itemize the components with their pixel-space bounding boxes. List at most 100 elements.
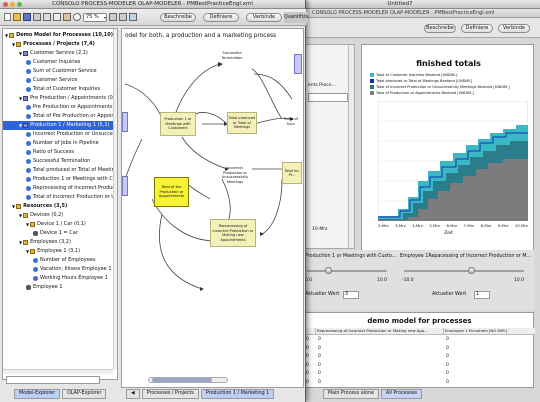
scroll-thumb[interactable]: [152, 378, 212, 382]
tree-item[interactable]: Incorrect Production or Unsuccessfu: [3, 130, 117, 139]
back-describe-button[interactable]: Beschreibe: [424, 24, 456, 33]
node-total-produced[interactable]: Total produced or Total of Meetings: [227, 112, 257, 134]
info-icon[interactable]: [129, 13, 137, 21]
tree-item[interactable]: Vacation, Illness Employee 1: [3, 265, 117, 274]
slider-2-knob[interactable]: [468, 267, 475, 274]
tree-item[interactable]: Total of Incorrect Production or U: [3, 193, 117, 202]
disclosure-triangle-icon[interactable]: ▼: [26, 220, 29, 229]
slider-2-value-field[interactable]: 1: [474, 291, 490, 299]
node-left-stub-bottom[interactable]: [122, 176, 128, 196]
node-left-stub-top[interactable]: [122, 112, 128, 132]
tree-scrollbar-v[interactable]: [113, 29, 117, 369]
minimize-icon[interactable]: [10, 2, 15, 7]
folder-icon: [23, 240, 29, 245]
define-button[interactable]: Definiere: [203, 13, 239, 22]
tree-item[interactable]: ▼ Demo Model for Processes (10,10): [3, 31, 117, 40]
tree-item[interactable]: ▼ Resources (3,5): [3, 202, 117, 211]
zoom-select[interactable]: 75 % ▾: [83, 13, 107, 22]
tab-olap-explorer[interactable]: OLAP-Explorer: [62, 389, 107, 399]
node-incorrect-production[interactable]: Incorrect Production or Unsuccessfully M…: [217, 166, 253, 184]
disclosure-triangle-icon[interactable]: ▼: [12, 202, 15, 211]
quantify-button[interactable]: Quantifiziere: [284, 12, 308, 23]
back-connect-button[interactable]: Verbinde: [498, 24, 530, 33]
new-doc-icon[interactable]: [4, 13, 11, 21]
slider-1-value-field[interactable]: 3: [343, 291, 359, 299]
tree-item[interactable]: Production 1 or Meetings with Cus: [3, 175, 117, 184]
copy-icon[interactable]: [53, 13, 61, 21]
tree-item[interactable]: Successful Termination: [3, 157, 117, 166]
tree-item[interactable]: ▼ Employee 1 (3,1): [3, 247, 117, 256]
folder-icon: [16, 204, 22, 209]
tree-item[interactable]: Reprocessing of Incorrect Product: [3, 184, 117, 193]
tree-item[interactable]: Device 1 = Car: [3, 229, 117, 238]
tree-item[interactable]: ▼ Employees (3,2): [3, 238, 117, 247]
node-total-production[interactable]: Total of the Production or Appointments: [154, 177, 189, 207]
tree-item[interactable]: Ratio of Success: [3, 148, 117, 157]
tree-item-label: Demo Model for Processes (10,10): [16, 32, 114, 38]
zoom-tool-icon[interactable]: [73, 13, 81, 21]
tree-item[interactable]: Customer Service: [3, 76, 117, 85]
tree-item[interactable]: Number of Jobs in Pipeline: [3, 139, 117, 148]
node-side-total[interactable]: Total Inc Pr...: [282, 162, 302, 184]
save-icon[interactable]: [23, 13, 31, 21]
describe-button[interactable]: Beschreibe: [160, 13, 196, 22]
tree-item[interactable]: ▼ Pre Production / Appointments (0,1): [3, 94, 117, 103]
tree-scrollbar-h[interactable]: [3, 369, 113, 374]
canvas-scrollbar-h[interactable]: [148, 377, 228, 383]
tree-item[interactable]: Customer Inquiries: [3, 58, 117, 67]
node-production-meetings[interactable]: Production 1 or Meetings with Customers: [160, 112, 196, 136]
disclosure-triangle-icon[interactable]: ▼: [19, 238, 22, 247]
tree-item[interactable]: Working Hours Employee 1: [3, 274, 117, 283]
disclosure-triangle-icon[interactable]: ▼: [26, 247, 29, 256]
tree-item[interactable]: Pre Production or Appointments: [3, 103, 117, 112]
slider-1-knob[interactable]: [325, 267, 332, 274]
table-cell: 0: [446, 345, 449, 351]
tab-main-process-alone[interactable]: Main Process alone: [323, 389, 379, 399]
node-successful-termination[interactable]: Successful Termination: [212, 51, 252, 60]
nav-back-icon[interactable]: ◀: [126, 389, 140, 399]
arrange-icon[interactable]: [109, 13, 117, 21]
slider-1-value-label: Aktueller Wert: [305, 292, 340, 297]
open-folder-icon[interactable]: [13, 13, 21, 21]
tree-item[interactable]: ▼ Device 1 / Car (0,1): [3, 220, 117, 229]
tree-item[interactable]: Sum of Customer Service: [3, 67, 117, 76]
disclosure-triangle-icon[interactable]: ▼: [12, 40, 15, 49]
tree-item[interactable]: ▼ Production 1 / Marketing 1 (5,1): [3, 121, 117, 130]
tab-production-marketing[interactable]: Production 1 / Marketing 1: [200, 389, 275, 399]
disclosure-triangle-icon[interactable]: ▼: [19, 211, 22, 220]
disclosure-triangle-icon[interactable]: ▼: [19, 94, 22, 103]
tree-item[interactable]: Total produced or Total of Meeting: [3, 166, 117, 175]
disclosure-triangle-icon[interactable]: ▼: [19, 121, 22, 130]
disclosure-triangle-icon[interactable]: ▼: [19, 49, 22, 58]
close-icon[interactable]: [3, 2, 8, 7]
cut-icon[interactable]: [43, 13, 51, 21]
connect-button[interactable]: Verbinde: [246, 13, 282, 22]
tree-item[interactable]: ▼ Processes / Projects (7,4): [3, 40, 117, 49]
process-canvas[interactable]: odel for both, a production and a market…: [121, 28, 304, 388]
tree-item[interactable]: Total of Customer Inquiries: [3, 85, 117, 94]
disclosure-triangle-icon[interactable]: ▼: [5, 31, 8, 40]
layout-icon[interactable]: [119, 13, 127, 21]
slider-1-track[interactable]: [307, 270, 387, 272]
slider-2-track[interactable]: [404, 270, 524, 272]
node-right-stub[interactable]: [294, 54, 302, 74]
back-define-button[interactable]: Definiere: [461, 24, 493, 33]
tab-all-processes[interactable]: All Processes: [380, 389, 423, 399]
tree-item[interactable]: ▼ Devices (0,2): [3, 211, 117, 220]
print-icon[interactable]: [33, 13, 41, 21]
tree-search-field[interactable]: [6, 376, 100, 384]
tree-item[interactable]: Employee 1: [3, 283, 117, 292]
table-body: 000 000 000 000 000 000: [304, 336, 535, 387]
node-reprocessing[interactable]: Reprocessing of Incorrect Production or …: [210, 219, 256, 247]
tree-item[interactable]: Number of Employees: [3, 256, 117, 265]
results-table-panel: demo model for processes Reprocessing of…: [303, 312, 535, 388]
tree-item[interactable]: Total of Pre Production or Appoint: [3, 112, 117, 121]
tab-processes-projects[interactable]: Processes / Projects: [141, 389, 199, 399]
node-ratio-of-success[interactable]: Ratio of Succ: [280, 117, 302, 126]
paste-icon[interactable]: [63, 13, 71, 21]
zoom-icon[interactable]: [17, 2, 22, 7]
tree-item[interactable]: ▼ Customer Service (2,1): [3, 49, 117, 58]
tab-model-explorer[interactable]: Model-Explorer: [14, 389, 61, 399]
left-panel-scrollbar[interactable]: [348, 45, 354, 248]
table-row: 000: [304, 345, 535, 354]
